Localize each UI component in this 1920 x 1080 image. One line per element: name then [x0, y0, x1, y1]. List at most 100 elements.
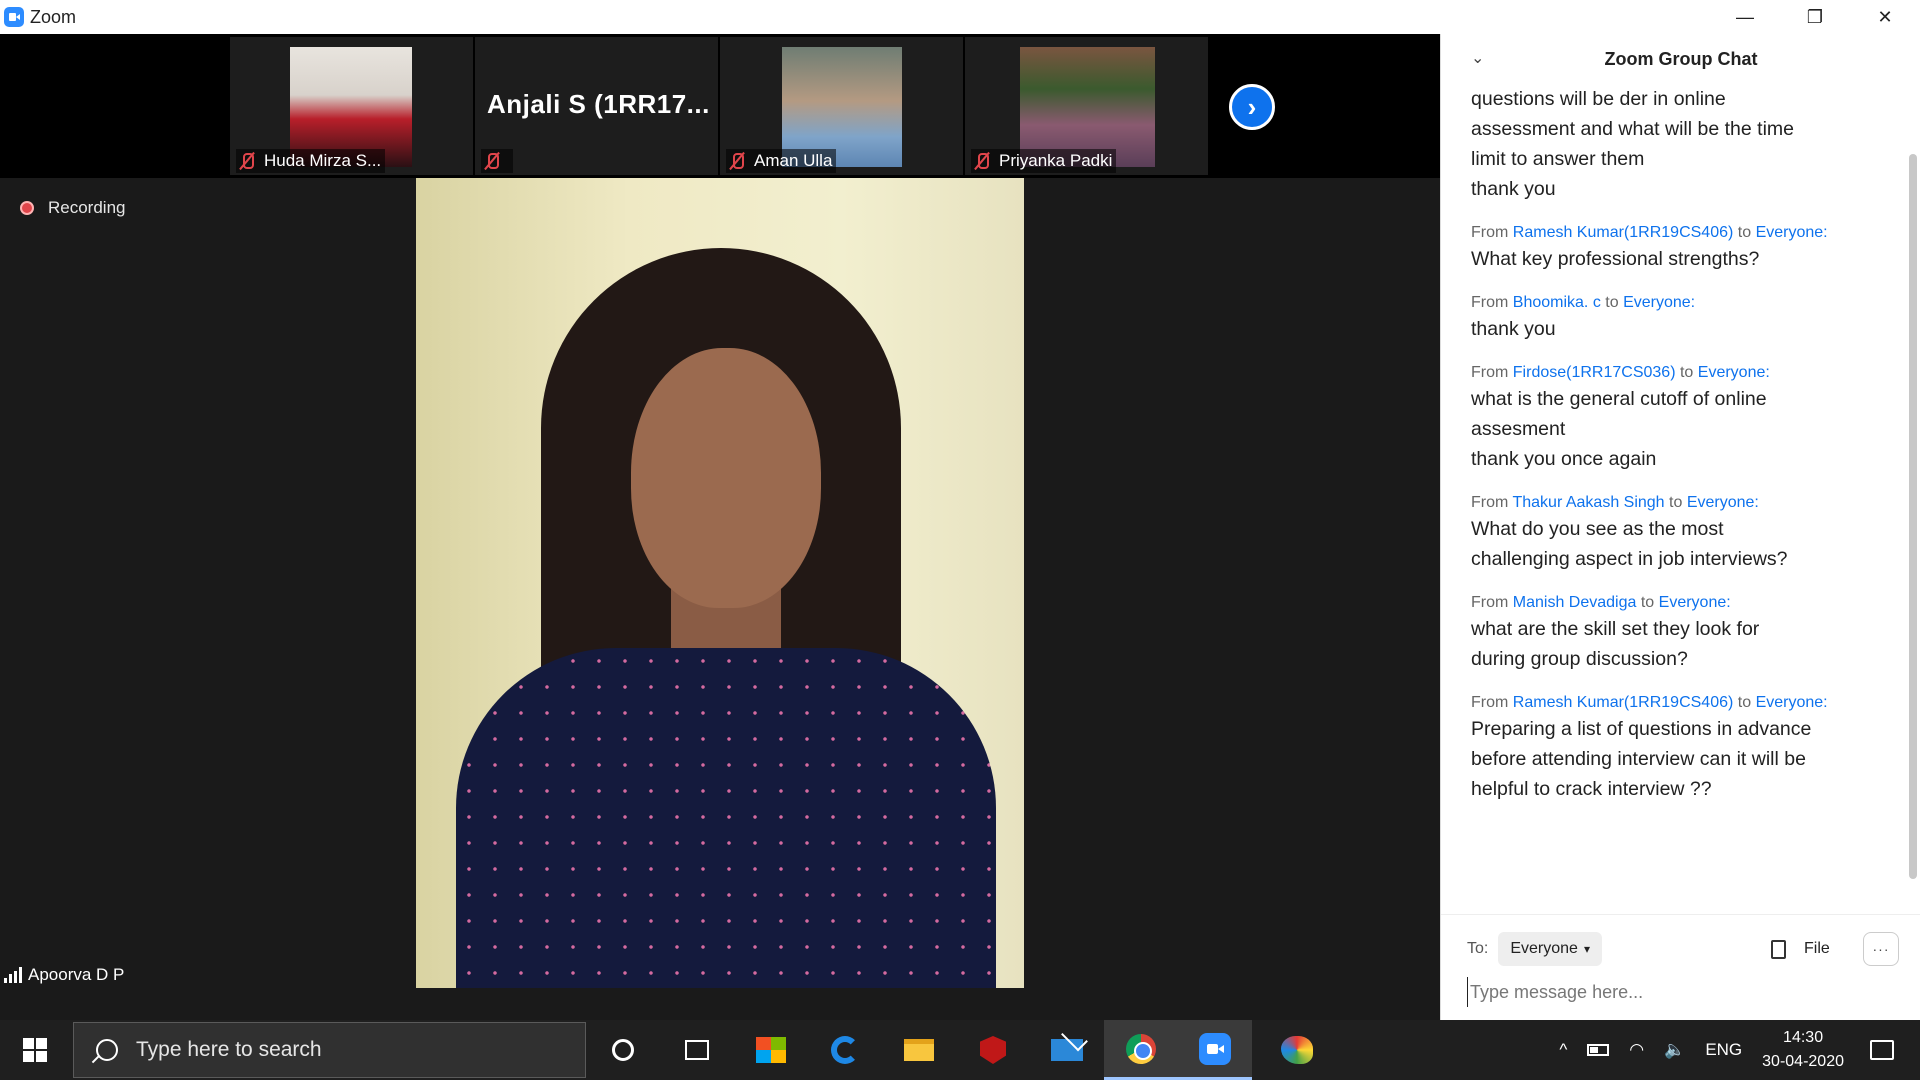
language-indicator[interactable]: ENG — [1705, 1040, 1742, 1060]
mail-button[interactable] — [1030, 1020, 1104, 1080]
message-recipient[interactable]: Everyone: — [1756, 694, 1828, 711]
to-label: To: — [1467, 940, 1489, 957]
to-word: to — [1679, 364, 1694, 381]
message-sender[interactable]: Bhoomika. c — [1513, 294, 1601, 311]
message-input[interactable] — [1467, 977, 1887, 1007]
close-button[interactable]: ✕ — [1850, 0, 1920, 34]
restore-button[interactable]: ❐ — [1780, 0, 1850, 34]
taskbar-search[interactable]: Type here to search — [73, 1022, 586, 1078]
message-recipient[interactable]: Everyone: — [1687, 494, 1759, 511]
message-text: what is the general cutoff of online ass… — [1471, 388, 1767, 470]
participant-name: Aman Ulla — [754, 151, 833, 170]
chat-scrollbar[interactable] — [1909, 154, 1917, 879]
meeting-area: Huda Mirza S... Anjali S (1RR17... Aman … — [0, 34, 1440, 1020]
participant-label: Huda Mirza S... — [236, 149, 386, 173]
chat-message: questions will be der in online assessme… — [1471, 84, 1886, 204]
minimize-button[interactable]: — — [1710, 0, 1780, 34]
paint-button[interactable] — [1260, 1020, 1334, 1080]
file-icon — [1771, 939, 1786, 959]
message-text: what are the skill set they look for dur… — [1471, 618, 1760, 670]
chat-message: From Ramesh Kumar(1RR19CS406) to Everyon… — [1471, 222, 1886, 274]
file-button[interactable]: File — [1771, 932, 1830, 966]
store-icon — [756, 1037, 786, 1063]
video-shirt — [456, 648, 996, 988]
search-placeholder: Type here to search — [136, 1038, 322, 1061]
participant-tile[interactable]: Anjali S (1RR17... — [475, 37, 718, 175]
message-sender[interactable]: Manish Devadiga — [1513, 594, 1637, 611]
mic-muted-icon — [483, 151, 501, 171]
chat-title: Zoom Group Chat — [1604, 48, 1758, 69]
chat-message: From Bhoomika. c to Everyone: thank you — [1471, 292, 1886, 344]
wifi-icon[interactable]: ◠ — [1629, 1040, 1644, 1060]
to-word: to — [1737, 224, 1752, 241]
mic-muted-icon — [728, 151, 746, 171]
cortana-button[interactable] — [586, 1020, 660, 1080]
active-speaker-name: Apoorva D P — [28, 965, 125, 984]
message-recipient[interactable]: Everyone: — [1623, 294, 1695, 311]
message-sender[interactable]: Ramesh Kumar(1RR19CS406) — [1513, 694, 1734, 711]
participant-name-placeholder: Anjali S (1RR17... — [487, 89, 710, 119]
participant-tile[interactable]: Huda Mirza S... — [230, 37, 473, 175]
paint-icon — [1281, 1036, 1313, 1064]
recipient-row: To: Everyone ▾ — [1467, 932, 1602, 966]
more-options-button[interactable]: ··· — [1863, 932, 1899, 966]
message-meta: From Ramesh Kumar(1RR19CS406) to Everyon… — [1471, 222, 1886, 244]
mcafee-button[interactable] — [956, 1020, 1030, 1080]
participant-tile[interactable]: Priyanka Padki — [965, 37, 1208, 175]
mic-muted-icon — [973, 151, 991, 171]
participant-tile[interactable]: Aman Ulla — [720, 37, 963, 175]
from-label: From — [1471, 494, 1509, 511]
message-sender[interactable]: Ramesh Kumar(1RR19CS406) — [1513, 224, 1734, 241]
message-meta: From Firdose(1RR17CS036) to Everyone: — [1471, 362, 1886, 384]
active-speaker-video — [416, 178, 1024, 988]
chat-panel: ⌄ Zoom Group Chat questions will be der … — [1440, 34, 1920, 1020]
start-button[interactable] — [0, 1020, 70, 1080]
from-label: From — [1471, 694, 1509, 711]
system-tray: ^ ◠ 🔈 ENG 14:30 30-04-2020 — [1549, 1020, 1920, 1080]
message-recipient[interactable]: Everyone: — [1659, 594, 1731, 611]
clock-date: 30-04-2020 — [1762, 1053, 1844, 1070]
clock-time: 14:30 — [1783, 1029, 1824, 1046]
zoom-taskbar-button[interactable] — [1178, 1020, 1252, 1080]
edge-button[interactable] — [808, 1020, 882, 1080]
cortana-icon — [612, 1039, 634, 1061]
next-page-arrow-icon[interactable]: › — [1229, 84, 1275, 130]
chat-message: From Manish Devadiga to Everyone: what a… — [1471, 592, 1886, 674]
from-label: From — [1471, 294, 1509, 311]
notification-center-icon[interactable] — [1870, 1040, 1894, 1060]
chat-message: From Thakur Aakash Singh to Everyone: Wh… — [1471, 492, 1886, 574]
battery-icon[interactable] — [1587, 1044, 1610, 1056]
chat-message: From Firdose(1RR17CS036) to Everyone: wh… — [1471, 362, 1886, 474]
message-sender[interactable]: Thakur Aakash Singh — [1512, 494, 1664, 511]
recipient-dropdown[interactable]: Everyone ▾ — [1498, 932, 1602, 966]
participant-name: Priyanka Padki — [999, 151, 1113, 170]
window-controls: — ❐ ✕ — [1710, 0, 1920, 34]
volume-icon[interactable]: 🔈 — [1664, 1040, 1685, 1060]
show-hidden-icons-chevron-icon[interactable]: ^ — [1559, 1040, 1567, 1060]
mcafee-icon — [980, 1036, 1006, 1064]
message-recipient[interactable]: Everyone: — [1756, 224, 1828, 241]
message-recipient[interactable]: Everyone: — [1698, 364, 1770, 381]
message-sender[interactable]: Firdose(1RR17CS036) — [1513, 364, 1676, 381]
message-text: What key professional strengths? — [1471, 248, 1760, 270]
from-label: From — [1471, 224, 1509, 241]
signal-strength-icon — [4, 967, 22, 983]
mic-muted-icon — [238, 151, 256, 171]
store-button[interactable] — [734, 1020, 808, 1080]
chat-messages[interactable]: questions will be der in online assessme… — [1441, 84, 1906, 914]
chrome-icon — [1126, 1033, 1156, 1064]
message-text: thank you — [1471, 318, 1556, 340]
window-title: Zoom — [30, 6, 77, 27]
clock[interactable]: 14:30 30-04-2020 — [1762, 1026, 1844, 1074]
chrome-button[interactable] — [1104, 1020, 1178, 1080]
chat-header: ⌄ Zoom Group Chat — [1441, 34, 1920, 84]
task-view-button[interactable] — [660, 1020, 734, 1080]
message-meta: From Manish Devadiga to Everyone: — [1471, 592, 1886, 614]
chevron-down-icon[interactable]: ⌄ — [1471, 48, 1484, 68]
task-view-icon — [685, 1040, 709, 1060]
to-word: to — [1669, 494, 1683, 511]
message-meta: From Bhoomika. c to Everyone: — [1471, 292, 1886, 314]
file-explorer-button[interactable] — [882, 1020, 956, 1080]
chevron-down-icon: ▾ — [1583, 942, 1590, 956]
chat-footer: To: Everyone ▾ File ··· — [1441, 914, 1920, 1020]
